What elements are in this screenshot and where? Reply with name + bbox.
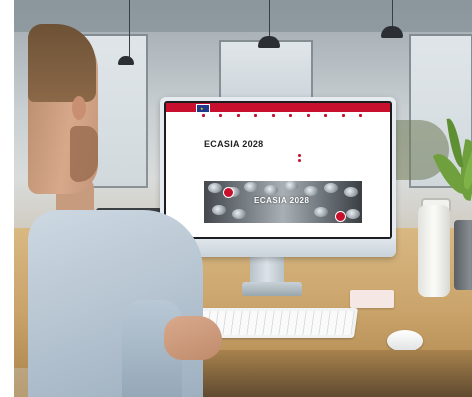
star-icon: ★ — [200, 106, 204, 111]
pendant-lamp-icon — [381, 26, 403, 38]
nav-icon — [271, 114, 275, 117]
nav-icon — [254, 114, 258, 117]
banner-title: ECASIA 2028 — [254, 196, 310, 205]
banner-badge-icon — [335, 211, 346, 222]
nav-icon — [359, 114, 363, 117]
nav-item[interactable] — [249, 114, 263, 126]
page-title: ECASIA 2028 — [204, 139, 264, 149]
pendant-lamp-cord — [392, 0, 393, 28]
banner-badge-icon — [223, 187, 234, 198]
nav-item[interactable] — [284, 114, 298, 126]
monitor-bezel: ★ ECASIA 2028 ECASIA 2028 — [164, 101, 392, 239]
monitor-stand-foot — [242, 282, 302, 296]
monitor-stand — [250, 256, 284, 284]
event-date-row — [298, 153, 378, 157]
website-screen: ★ ECASIA 2028 ECASIA 2028 — [166, 103, 390, 237]
event-info — [298, 153, 378, 164]
pendant-lamp-icon — [258, 36, 280, 48]
event-location-row — [298, 159, 378, 162]
ceiling-beam — [14, 0, 472, 32]
person-beard — [70, 126, 98, 182]
nav-item[interactable] — [231, 114, 245, 126]
nav-item[interactable] — [266, 114, 280, 126]
site-nav — [196, 114, 368, 126]
pendant-lamp-cord — [129, 0, 130, 58]
hero-banner: ECASIA 2028 — [204, 181, 362, 223]
nav-item[interactable] — [354, 114, 368, 126]
nav-item[interactable] — [336, 114, 350, 126]
calendar-icon — [298, 153, 301, 157]
nav-icon — [306, 114, 310, 117]
location-icon — [298, 159, 301, 162]
nav-item[interactable] — [214, 114, 228, 126]
nav-icon — [324, 114, 328, 117]
office-photo: ★ ECASIA 2028 ECASIA 2028 — [14, 0, 472, 397]
mouse — [387, 330, 423, 352]
site-topbar: ★ — [166, 103, 390, 113]
nav-item[interactable] — [196, 114, 210, 126]
eu-flag-icon: ★ — [196, 104, 210, 113]
nav-icon — [289, 114, 293, 117]
monitor: ★ ECASIA 2028 ECASIA 2028 — [160, 97, 396, 257]
nav-item[interactable] — [319, 114, 333, 126]
notepad — [350, 290, 394, 308]
person-ear — [72, 96, 86, 120]
water-bottle — [418, 205, 450, 297]
pendant-lamp-icon — [118, 56, 134, 65]
plant-pot — [454, 220, 472, 290]
nav-icon — [201, 114, 205, 117]
background-window — [219, 40, 313, 104]
nav-icon — [341, 114, 345, 117]
nav-item[interactable] — [301, 114, 315, 126]
pendant-lamp-cord — [269, 0, 270, 38]
nav-icon — [219, 114, 223, 117]
person-hand — [164, 316, 222, 360]
nav-icon — [236, 114, 240, 117]
